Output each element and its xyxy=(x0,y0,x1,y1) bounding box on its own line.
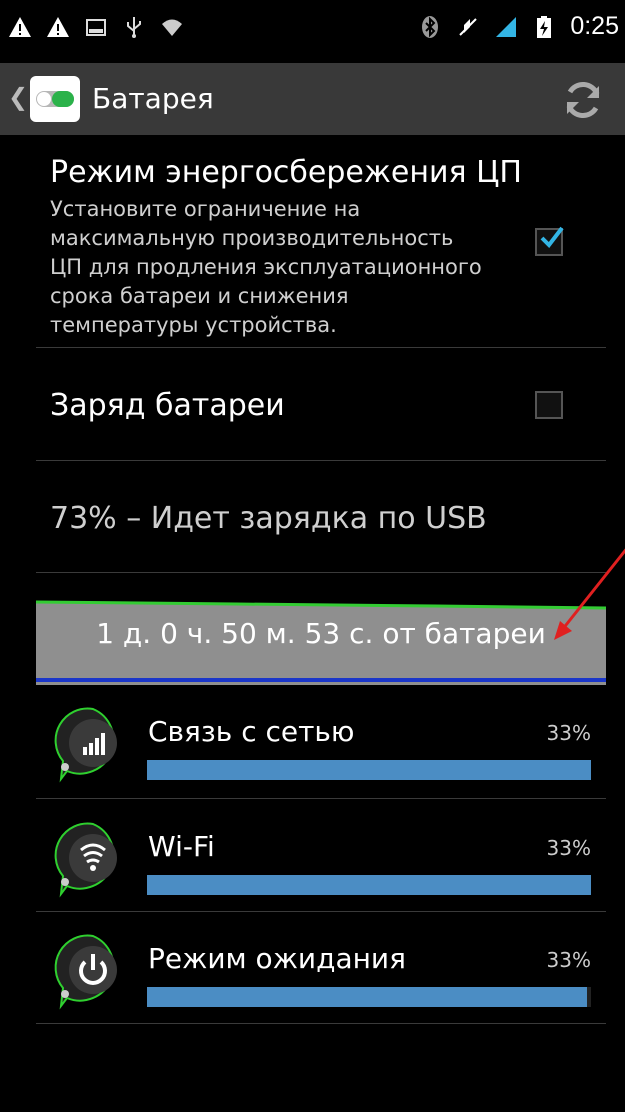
usb-icon xyxy=(127,17,141,38)
divider xyxy=(36,1023,606,1024)
image-icon xyxy=(86,19,106,36)
usage-progress-bar xyxy=(147,875,591,895)
power-icon xyxy=(54,934,117,1010)
usage-item-percent: 33% xyxy=(546,948,591,972)
app-toggle-knob xyxy=(37,92,51,106)
pref-charging-status[interactable]: 73% – Идет зарядка по USB xyxy=(0,461,625,572)
app-toggle-graphic xyxy=(36,91,74,107)
page-title: Батарея xyxy=(92,82,214,115)
divider xyxy=(36,798,606,799)
pref-power-saving[interactable]: Режим энергосбережения ЦП Установите огр… xyxy=(0,135,625,347)
battery-charging-icon xyxy=(537,15,552,38)
usage-item-percent: 33% xyxy=(546,721,591,745)
battery-charge-checkbox[interactable] xyxy=(535,391,563,419)
wifi-icon xyxy=(162,19,182,36)
usage-item-label: Связь с сетью xyxy=(148,715,355,748)
warning-icon xyxy=(47,17,69,37)
checkmark-icon xyxy=(540,226,564,248)
wifi-icon xyxy=(54,822,117,898)
pref-battery-charge[interactable]: Заряд батареи xyxy=(0,348,625,460)
usage-item-standby[interactable]: Режим ожидания 33% xyxy=(0,932,625,1042)
toggle-settings-icon[interactable] xyxy=(30,76,80,122)
graph-baseline xyxy=(36,678,606,682)
divider xyxy=(36,572,606,573)
status-icons-right: 0:25 xyxy=(418,12,619,41)
battery-time-on-battery: 1 д. 0 ч. 50 м. 53 с. от батареи xyxy=(96,617,546,650)
back-caret-icon[interactable]: ❮ xyxy=(8,83,28,111)
bluetooth-icon xyxy=(422,15,439,38)
battery-history-graph[interactable]: 1 д. 0 ч. 50 м. 53 с. от батареи xyxy=(36,597,606,685)
pref-power-saving-title: Режим энергосбережения ЦП xyxy=(50,155,522,190)
cell-signal-icon xyxy=(54,707,117,783)
usage-progress-fill xyxy=(147,760,591,780)
status-bar: 0:25 xyxy=(0,0,625,63)
pref-battery-charge-title: Заряд батареи xyxy=(50,388,285,423)
usage-progress-fill xyxy=(147,987,587,1007)
usage-item-label: Режим ожидания xyxy=(148,942,406,975)
divider xyxy=(36,911,606,912)
signal-icon xyxy=(496,16,517,37)
status-icons-left xyxy=(8,14,184,40)
annotation-arrow-icon xyxy=(554,548,625,640)
refresh-icon[interactable] xyxy=(561,78,605,122)
mute-icon xyxy=(459,17,478,36)
warning-icon xyxy=(9,17,31,37)
usage-progress-bar xyxy=(147,760,591,780)
pref-power-saving-summary: Установите ограничение на максимальную п… xyxy=(50,197,482,337)
power-saving-checkbox[interactable] xyxy=(535,226,564,256)
charging-status-text: 73% – Идет зарядка по USB xyxy=(50,501,487,536)
usage-progress-bar xyxy=(147,987,591,1007)
status-clock: 0:25 xyxy=(570,12,619,40)
action-bar: ❮ Батарея xyxy=(0,63,625,135)
usage-progress-fill xyxy=(147,875,591,895)
usage-item-percent: 33% xyxy=(546,836,591,860)
usage-item-wifi[interactable]: Wi-Fi 33% xyxy=(0,820,625,930)
usage-item-label: Wi-Fi xyxy=(148,830,215,863)
app-toggle-on xyxy=(52,91,74,107)
